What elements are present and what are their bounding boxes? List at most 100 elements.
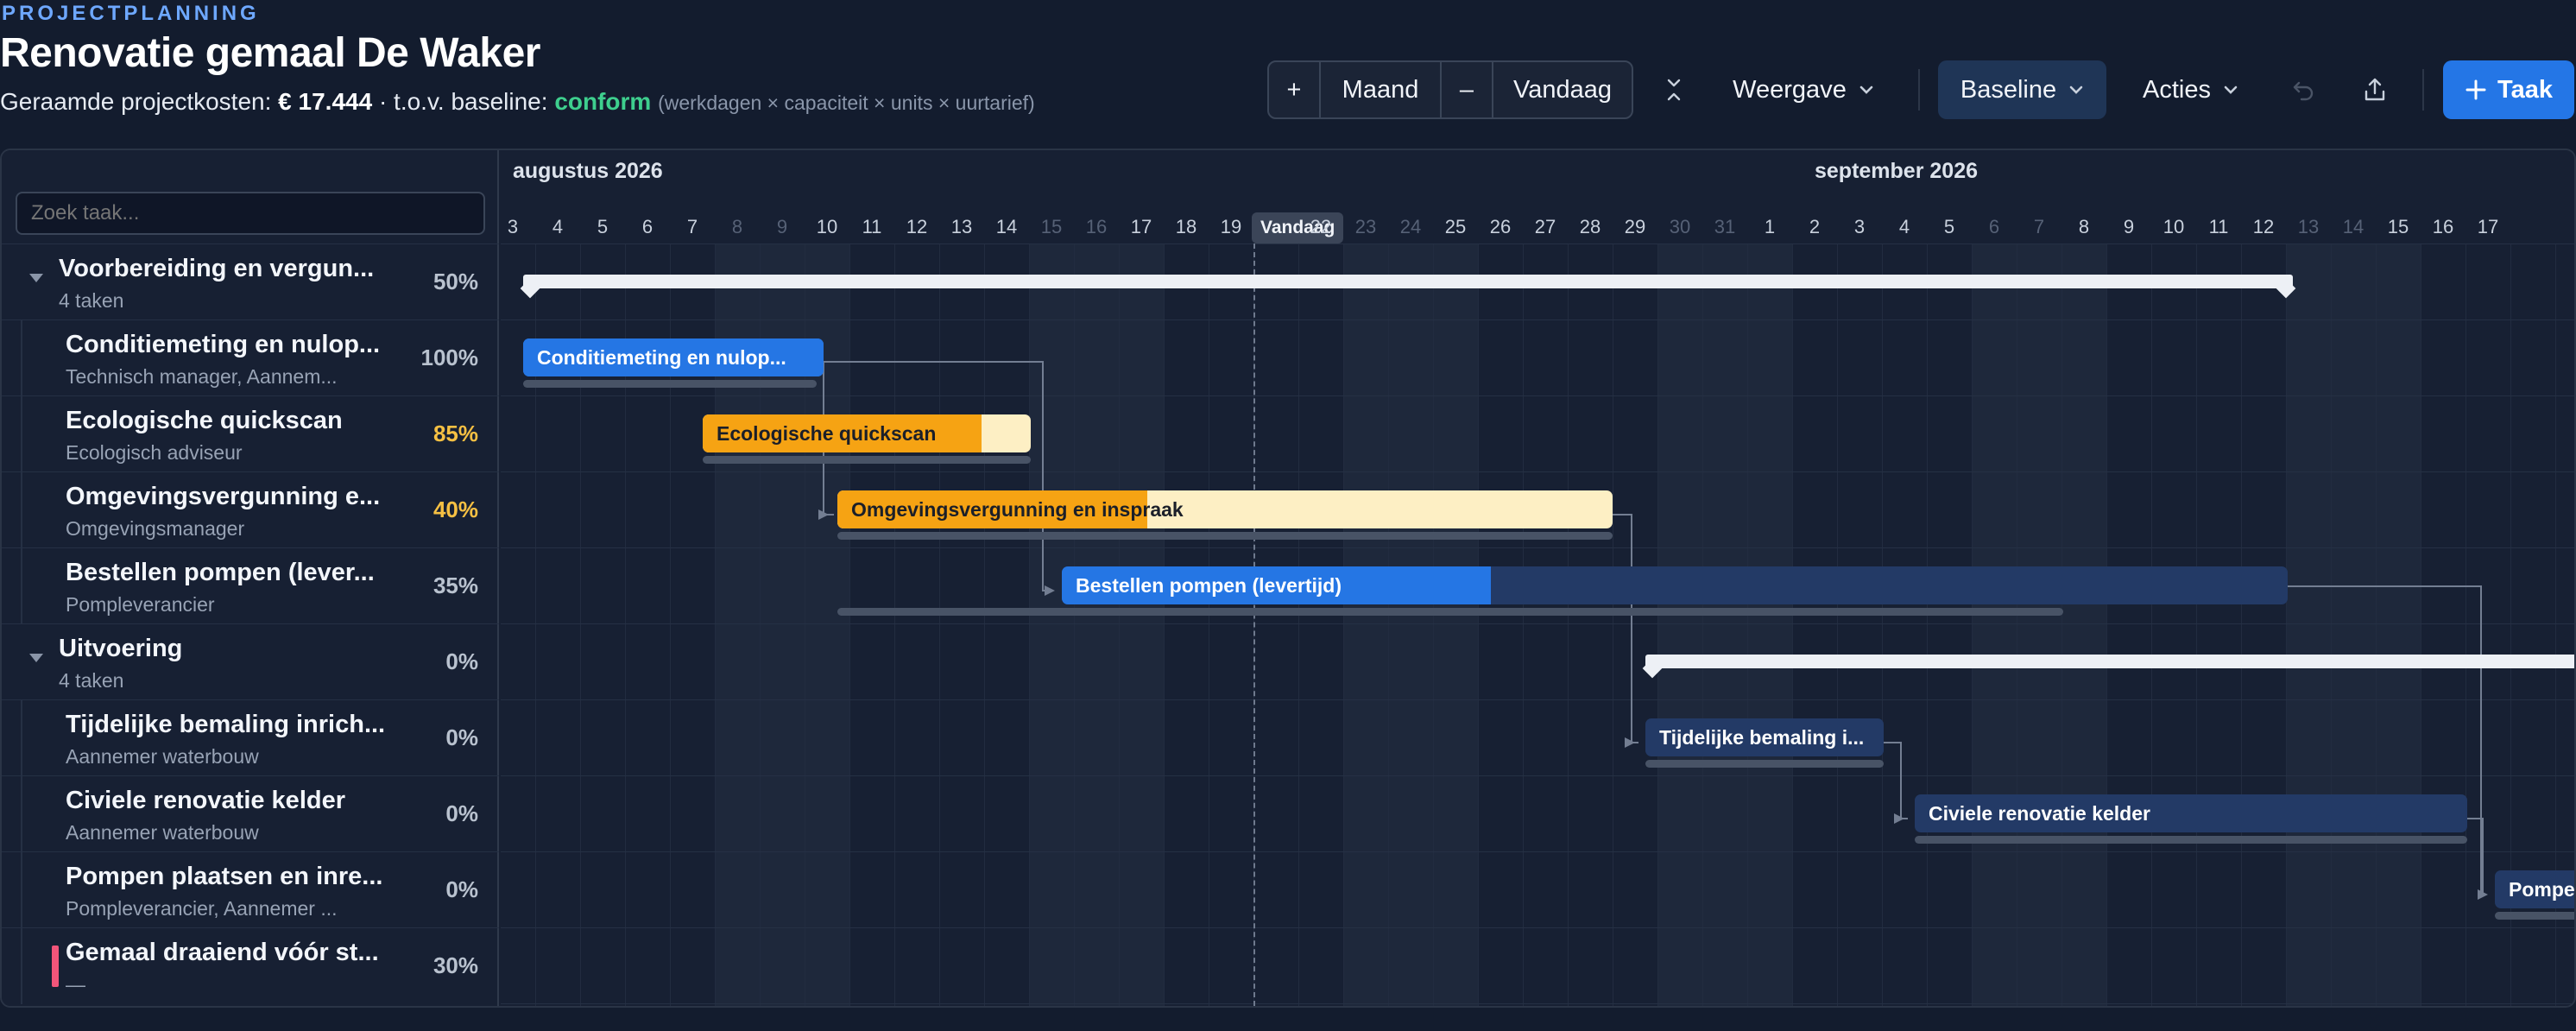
task-subtitle: Pompleverancier, Aannemer ... — [66, 897, 338, 920]
task-subtitle: Omgevingsmanager — [66, 517, 245, 540]
view-label: Weergave — [1733, 75, 1847, 104]
export-icon[interactable] — [2351, 60, 2399, 119]
task-subtitle: Pompleverancier — [66, 593, 215, 616]
task-name: Uitvoering — [59, 635, 183, 662]
task-name: Civiele renovatie kelder — [66, 787, 345, 814]
task-name: Gemaal draaiend vóór st... — [66, 939, 379, 966]
task-bar-label: Civiele renovatie kelder — [1929, 801, 2150, 825]
task-name: Voorbereiding en vergun... — [59, 255, 375, 282]
task-progress-percent: 40% — [432, 497, 478, 522]
task-bar-label: Conditiemeting en nulop... — [537, 345, 786, 369]
dependency-link — [1423, 585, 2484, 895]
dependency-link — [1884, 742, 1908, 819]
task-bar-label: Pompe — [2509, 877, 2575, 901]
row-indent-line — [21, 320, 22, 396]
cost-label: Geraamde projectkosten: — [0, 88, 272, 115]
baseline-bar — [703, 456, 1031, 464]
cost-formula: (werkdagen × capaciteit × units × uurtar… — [658, 92, 1035, 114]
milestone-marker — [52, 946, 59, 987]
task-bar-label: Ecologische quickscan — [717, 421, 937, 445]
task-bar[interactable]: Bestellen pompen (levertijd) — [1062, 566, 2288, 604]
add-task-label: Taak — [2497, 75, 2553, 104]
baseline-dropdown[interactable]: Baseline — [1938, 60, 2106, 119]
task-subtitle: Ecologisch adviseur — [66, 441, 243, 464]
task-bar-label: Omgevingsvergunning en inspraak — [851, 497, 1184, 521]
task-row[interactable]: Omgevingsvergunning e... Omgevingsmanager… — [2, 471, 499, 548]
dependency-link — [2467, 818, 2484, 895]
cost-value: € 17.444 — [278, 88, 373, 115]
task-subtitle: Aannemer waterbouw — [66, 821, 259, 844]
chevron-down-icon — [2224, 85, 2238, 94]
task-row[interactable]: Pompen plaatsen en inre... Pompleverancie… — [2, 851, 499, 928]
row-indent-line — [21, 472, 22, 548]
task-progress-percent: 35% — [432, 572, 478, 598]
task-progress-percent: 0% — [445, 876, 478, 902]
task-subtitle: Technisch manager, Aannem... — [66, 365, 338, 388]
cost-summary: Geraamde projectkosten: € 17.444 · t.o.v… — [0, 88, 1035, 116]
task-name: Omgevingsvergunning e... — [66, 483, 381, 510]
collapse-caret-icon[interactable] — [29, 654, 43, 662]
row-indent-line — [21, 852, 22, 928]
row-indent-line — [21, 548, 22, 624]
task-bar[interactable]: Tijdelijke bemaling i... — [1645, 718, 1884, 756]
task-subtitle: Aannemer waterbouw — [66, 745, 259, 768]
task-name: Ecologische quickscan — [66, 407, 343, 434]
add-task-button[interactable]: Taak — [2443, 60, 2574, 119]
baseline-bar — [837, 608, 2063, 616]
chevron-down-icon — [2069, 85, 2083, 94]
arrow-head — [1894, 813, 1904, 824]
actions-dropdown[interactable]: Acties — [2119, 60, 2262, 119]
collapse-caret-icon[interactable] — [29, 274, 43, 282]
task-group-row[interactable]: Voorbereiding en vergun... 4 taken 50% — [2, 244, 499, 319]
task-name: Tijdelijke bemaling inrich... — [66, 711, 386, 738]
task-bar[interactable]: Omgevingsvergunning en inspraak — [837, 490, 1613, 528]
arrow-head — [1045, 585, 1055, 596]
task-bar-label: Bestellen pompen (levertijd) — [1076, 573, 1342, 597]
zoom-controls: + Maand – Vandaag — [1267, 60, 1633, 119]
row-indent-line — [21, 396, 22, 472]
task-row[interactable]: Tijdelijke bemaling inrich... Aannemer wa… — [2, 699, 499, 776]
task-progress-percent: 50% — [432, 269, 478, 294]
search-input[interactable] — [16, 192, 485, 235]
row-indent-line — [21, 776, 22, 852]
task-row[interactable]: Civiele renovatie kelder Aannemer waterbo… — [2, 775, 499, 852]
task-progress-percent: 85% — [432, 421, 478, 446]
milestone-row[interactable]: Gemaal draaiend vóór st... — 30% — [2, 927, 499, 1004]
task-subtitle: 4 taken — [59, 669, 124, 692]
task-bar[interactable]: Conditiemeting en nulop... — [523, 338, 824, 376]
undo-icon[interactable] — [2279, 60, 2327, 119]
group-summary-bar[interactable] — [1645, 655, 2574, 668]
timeline-chart: augustus 2026 september 2026 3 4 5 6 7 8 9 10 11… — [490, 150, 2575, 1006]
baseline-bar — [1915, 836, 2467, 844]
task-progress-percent: 100% — [420, 345, 479, 370]
task-bar-label: Tijdelijke bemaling i... — [1659, 725, 1865, 749]
baseline-status: conform — [554, 88, 652, 115]
baseline-label: Baseline — [1960, 75, 2057, 104]
zoom-in-button[interactable]: + — [1269, 62, 1321, 117]
page-eyebrow: PROJECTPLANNING — [2, 2, 260, 25]
baseline-bar — [837, 532, 1613, 540]
zoom-out-button[interactable]: – — [1442, 62, 1493, 117]
task-row[interactable]: Bestellen pompen (lever... Pompleverancie… — [2, 547, 499, 624]
task-list: Voorbereiding en vergun... 4 taken 50% Cond… — [2, 150, 499, 1006]
task-row[interactable]: Ecologische quickscan Ecologisch adviseur… — [2, 395, 499, 472]
task-subtitle: 4 taken — [59, 289, 124, 312]
baseline-separator: · t.o.v. baseline: — [372, 88, 555, 115]
gantt-panel: Voorbereiding en vergun... 4 taken 50% Cond… — [0, 149, 2576, 1008]
task-name: Bestellen pompen (lever... — [66, 559, 375, 586]
group-summary-bar[interactable] — [523, 275, 2293, 288]
collapse-icon[interactable] — [1651, 60, 1697, 119]
task-row[interactable]: Conditiemeting en nulop... Technisch mana… — [2, 319, 499, 396]
task-progress-percent: 0% — [445, 800, 478, 826]
task-progress-percent: 0% — [445, 648, 478, 674]
task-bar[interactable]: Ecologische quickscan — [703, 414, 1031, 452]
task-group-row[interactable]: Uitvoering 4 taken 0% — [2, 623, 499, 699]
task-subtitle: — — [66, 973, 85, 996]
task-bar[interactable]: Civiele renovatie kelder — [1915, 794, 2467, 832]
task-name: Conditiemeting en nulop... — [66, 331, 381, 358]
scale-select[interactable]: Maand — [1321, 62, 1442, 117]
task-bar[interactable]: Pompe — [2495, 870, 2575, 908]
today-button[interactable]: Vandaag — [1493, 62, 1632, 117]
view-dropdown[interactable]: Weergave — [1721, 60, 1885, 119]
chevron-down-icon — [1859, 85, 1873, 94]
